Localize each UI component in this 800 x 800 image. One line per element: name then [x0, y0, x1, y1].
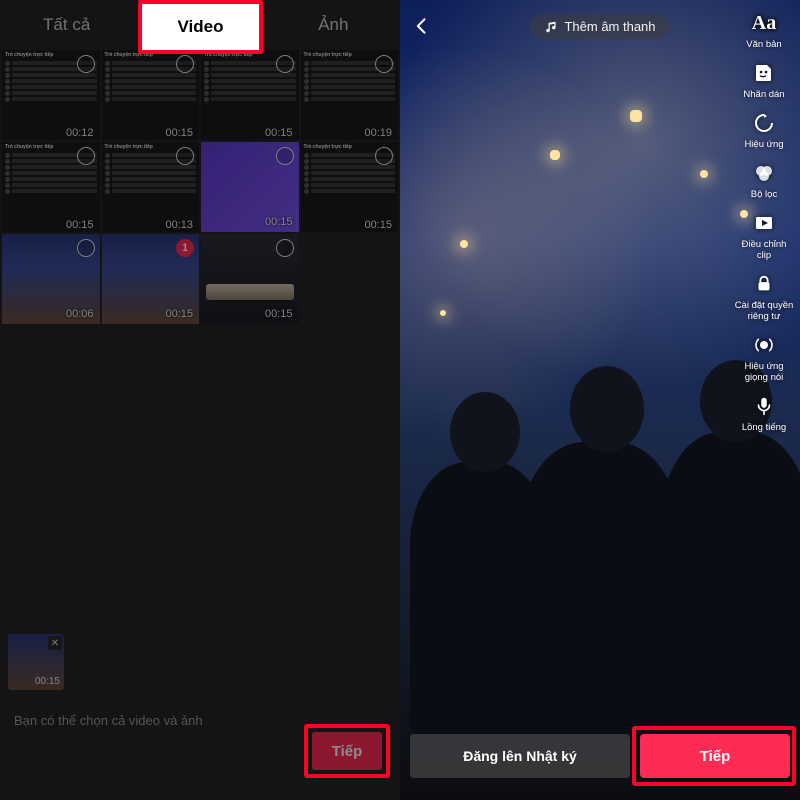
media-tile[interactable]: 00:15 [201, 142, 299, 232]
editor-bottom-bar: Đăng lên Nhật ký Tiếp [410, 734, 790, 778]
selection-circle[interactable] [276, 239, 294, 257]
media-tile[interactable]: Trò chuyện trực tiếp00:15 [2, 142, 100, 232]
back-button[interactable] [412, 16, 432, 36]
add-sound-label: Thêm âm thanh [564, 19, 655, 34]
tile-duration: 00:19 [364, 131, 392, 137]
selection-circle[interactable] [375, 55, 393, 73]
selection-badge: 1 [176, 239, 194, 257]
tile-duration: 00:13 [165, 223, 193, 229]
next-button-left[interactable]: Tiếp [312, 732, 382, 770]
effect-icon [751, 110, 777, 136]
filter-icon [751, 160, 777, 186]
voice-effect-icon [751, 332, 777, 358]
picker-tabs: Tất cả Video Ảnh [0, 0, 400, 50]
tool-voiceover[interactable]: Lồng tiếng [734, 393, 794, 433]
music-note-icon [544, 20, 558, 34]
selection-circle[interactable] [77, 55, 95, 73]
tile-duration: 00:15 [66, 223, 94, 229]
post-to-diary-button[interactable]: Đăng lên Nhật ký [410, 734, 630, 778]
tile-duration: 00:15 [265, 131, 293, 137]
media-tile[interactable]: Trò chuyện trực tiếp00:13 [102, 142, 200, 232]
tab-photo[interactable]: Ảnh [267, 1, 400, 49]
selection-circle[interactable] [77, 147, 95, 165]
media-tile[interactable]: Trò chuyện trực tiếp00:12 [2, 50, 100, 140]
selected-duration: 00:15 [35, 676, 60, 687]
media-tile[interactable]: Trò chuyện trực tiếp00:15 [102, 50, 200, 140]
add-sound-button[interactable]: Thêm âm thanh [530, 14, 669, 39]
tile-duration: 00:15 [165, 308, 193, 320]
tile-duration: 00:15 [364, 223, 392, 229]
media-tile[interactable]: Trò chuyện trực tiếp00:15 [201, 50, 299, 140]
tool-adjust-clip[interactable]: Điều chỉnh clip [734, 210, 794, 261]
media-tile[interactable]: 00:06 [2, 234, 100, 324]
remove-selected-icon[interactable]: ✕ [48, 636, 62, 650]
sticker-icon [751, 60, 777, 86]
tile-duration: 00:12 [66, 131, 94, 137]
selection-circle[interactable] [276, 147, 294, 165]
tile-duration: 00:15 [265, 216, 293, 228]
tool-text[interactable]: Aa Văn bản [734, 10, 794, 50]
tool-filter[interactable]: Bộ lọc [734, 160, 794, 200]
selection-circle[interactable] [176, 55, 194, 73]
tab-all[interactable]: Tất cả [0, 1, 133, 49]
adjust-clip-icon [751, 210, 777, 236]
next-button-right[interactable]: Tiếp [640, 734, 790, 778]
tool-voice-effect[interactable]: Hiệu ứng giọng nói [734, 332, 794, 383]
picker-hint: Bạn có thể chọn cả video và ảnh [14, 713, 203, 728]
media-tile[interactable]: 1 00:15 [102, 234, 200, 324]
media-grid: Trò chuyện trực tiếp00:12Trò chuyện trực… [0, 50, 400, 324]
selection-circle[interactable] [375, 147, 393, 165]
tool-privacy[interactable]: Cài đặt quyền riêng tư [734, 271, 794, 322]
tile-duration: 00:06 [66, 308, 94, 320]
gallery-picker-panel: Tất cả Video Ảnh Trò chuyện trực tiếp00:… [0, 0, 400, 800]
media-tile[interactable]: Trò chuyện trực tiếp00:15 [301, 142, 399, 232]
media-tile[interactable]: Trò chuyện trực tiếp00:19 [301, 50, 399, 140]
media-tile[interactable]: 00:15 [201, 234, 299, 324]
tile-duration: 00:15 [165, 131, 193, 137]
selected-thumb[interactable]: ✕ 00:15 [8, 634, 64, 690]
tile-duration: 00:15 [265, 308, 293, 320]
editor-tools: Aa Văn bản Nhãn dán Hiệu ứng Bộ lọc Điều… [734, 10, 794, 433]
selection-circle[interactable] [276, 55, 294, 73]
editor-panel: Thêm âm thanh Aa Văn bản Nhãn dán Hiệu ứ… [400, 0, 800, 800]
lock-icon [751, 271, 777, 297]
chevron-left-icon [412, 16, 432, 36]
tool-sticker[interactable]: Nhãn dán [734, 60, 794, 100]
selection-circle[interactable] [176, 147, 194, 165]
text-icon: Aa [751, 10, 777, 36]
selection-circle[interactable] [77, 239, 95, 257]
tool-effect[interactable]: Hiệu ứng [734, 110, 794, 150]
tab-video[interactable]: Video [133, 1, 266, 49]
selected-media-row: ✕ 00:15 [8, 634, 64, 690]
scene-people [410, 342, 790, 742]
microphone-icon [751, 393, 777, 419]
